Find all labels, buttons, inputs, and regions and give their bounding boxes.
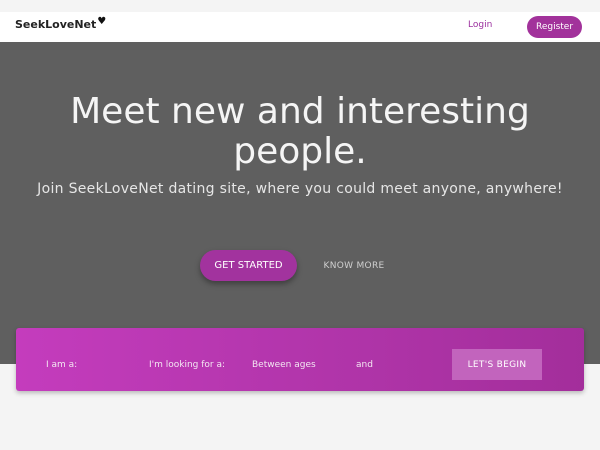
know-more-button[interactable]: KNOW MORE [318, 258, 390, 274]
login-link[interactable]: Login [468, 20, 492, 30]
and-label: and [356, 360, 373, 370]
top-navbar: SeekLoveNet ♥ Login Register [0, 12, 600, 42]
hero-title: Meet new and interesting people. [70, 91, 530, 172]
hero-section: Meet new and interesting people. Join Se… [0, 42, 600, 364]
search-panel: I am a: I'm looking for a: Between ages … [16, 328, 584, 391]
min-age-select[interactable] [322, 354, 352, 374]
page: SeekLoveNet ♥ Login Register Meet new an… [0, 0, 600, 450]
seeking-select[interactable] [228, 354, 248, 374]
max-age-select[interactable] [378, 354, 438, 374]
between-ages-label: Between ages [252, 360, 316, 370]
site-logo[interactable]: SeekLoveNet ♥ [15, 16, 107, 31]
hero-subtitle: Join SeekLoveNet dating site, where you … [37, 181, 563, 197]
i-am-label: I am a: [46, 360, 78, 370]
register-button[interactable]: Register [527, 16, 582, 38]
heart-icon: ♥ [97, 16, 107, 27]
logo-text: SeekLoveNet [15, 18, 97, 31]
lets-begin-button[interactable]: LET'S BEGIN [452, 349, 542, 380]
gender-select[interactable] [84, 354, 144, 374]
looking-for-label: I'm looking for a: [149, 360, 226, 370]
get-started-button[interactable]: GET STARTED [200, 250, 297, 281]
